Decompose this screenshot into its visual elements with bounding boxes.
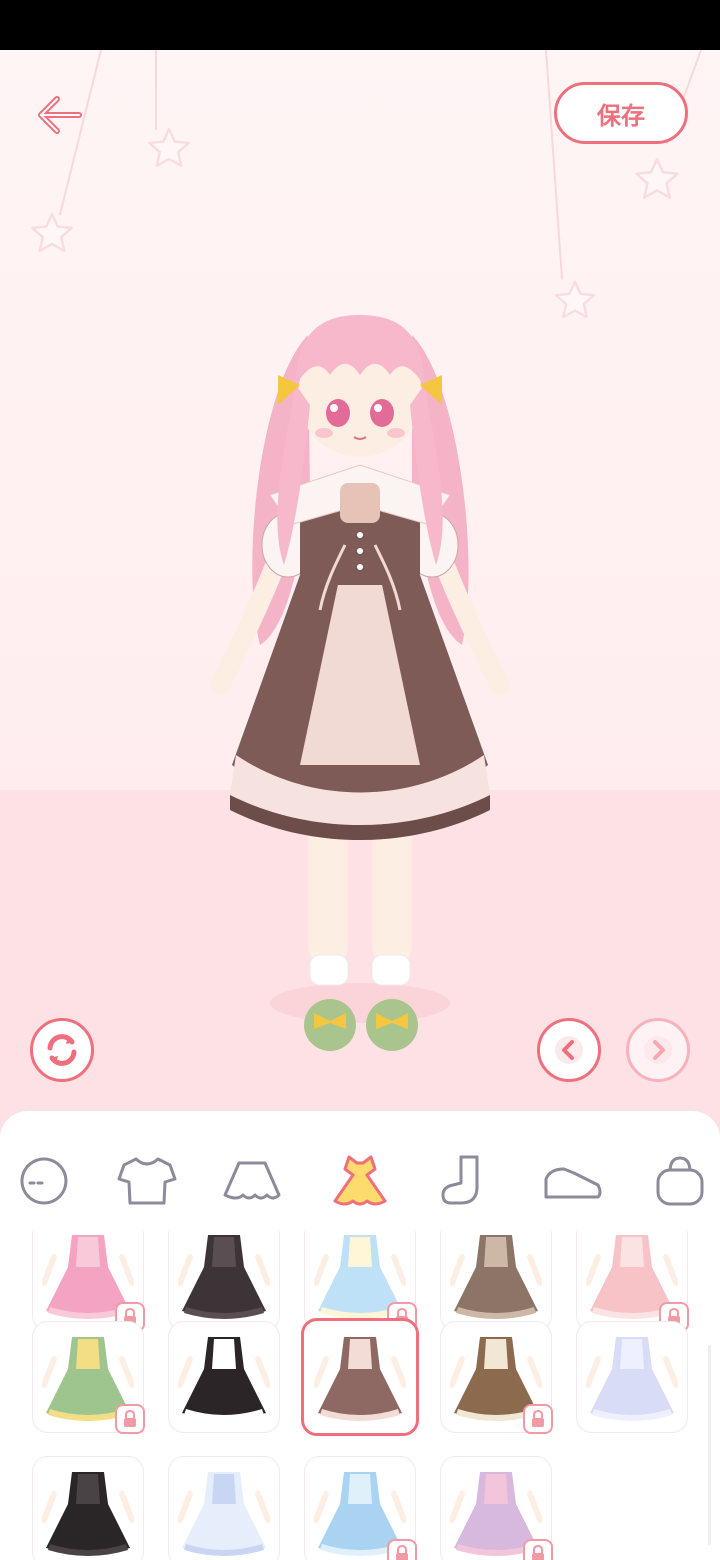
outfit-thumbnail [178, 1235, 270, 1319]
dressing-stage: 保存 [0, 50, 720, 1150]
tab-top[interactable] [115, 1151, 179, 1211]
outfit-grid [0, 1231, 720, 1560]
outfit-card[interactable] [440, 1321, 553, 1434]
save-button[interactable]: 保存 [554, 82, 688, 144]
outfit-card[interactable] [168, 1231, 280, 1331]
outfit-card[interactable] [301, 1318, 419, 1436]
outfit-card[interactable] [576, 1321, 688, 1433]
tab-face[interactable] [12, 1151, 76, 1211]
outfit-thumbnail [586, 1337, 678, 1421]
tab-socks[interactable] [432, 1151, 496, 1211]
tab-bag[interactable] [648, 1151, 712, 1211]
outfit-card[interactable] [440, 1456, 553, 1560]
outfit-card[interactable] [32, 1321, 145, 1434]
outfit-card[interactable] [32, 1456, 144, 1560]
outfit-thumbnail [42, 1472, 134, 1556]
outfit-thumbnail [314, 1337, 406, 1421]
previous-outfit-button[interactable] [537, 1018, 601, 1082]
wardrobe-panel [0, 1110, 720, 1560]
outfit-card[interactable] [304, 1231, 417, 1332]
outfit-card[interactable] [168, 1321, 280, 1433]
sock-icon [441, 1155, 479, 1205]
outfit-card[interactable] [168, 1456, 280, 1560]
next-outfit-button[interactable] [626, 1018, 690, 1082]
category-tabs [0, 1131, 720, 1231]
shuffle-button[interactable] [30, 1018, 94, 1082]
hanging-string [545, 50, 564, 280]
status-bar [0, 0, 720, 50]
outfit-card[interactable] [32, 1231, 145, 1332]
outfit-card[interactable] [440, 1231, 552, 1331]
tab-dress[interactable] [328, 1151, 392, 1211]
face-icon [20, 1157, 68, 1205]
tab-skirt[interactable] [220, 1151, 284, 1211]
outfit-card[interactable] [304, 1456, 417, 1560]
outfit-thumbnail [178, 1337, 270, 1421]
outfit-thumbnail [178, 1472, 270, 1556]
hanging-string [155, 50, 157, 130]
bag-icon [656, 1156, 704, 1206]
star-decoration-icon [635, 157, 679, 199]
star-decoration-icon [148, 127, 190, 167]
outfit-thumbnail [450, 1235, 542, 1319]
lock-icon [523, 1539, 553, 1560]
shoe-icon [544, 1167, 602, 1199]
lock-icon [387, 1539, 417, 1560]
chevron-right-icon [644, 1036, 672, 1064]
lock-icon [115, 1404, 145, 1434]
back-arrow-icon [38, 96, 82, 134]
skirt-icon [223, 1161, 281, 1200]
chevron-left-icon [555, 1036, 583, 1064]
star-decoration-icon [31, 212, 73, 252]
shuffle-icon [47, 1034, 77, 1066]
outfit-card[interactable] [576, 1231, 689, 1332]
tshirt-icon [117, 1157, 177, 1205]
grid-scrollbar[interactable] [708, 1345, 711, 1545]
star-decoration-icon [555, 280, 595, 319]
dress-icon [333, 1155, 387, 1206]
back-button[interactable] [30, 90, 90, 140]
character-avatar [210, 315, 510, 1051]
lock-icon [523, 1404, 553, 1434]
tab-shoes[interactable] [540, 1151, 604, 1211]
